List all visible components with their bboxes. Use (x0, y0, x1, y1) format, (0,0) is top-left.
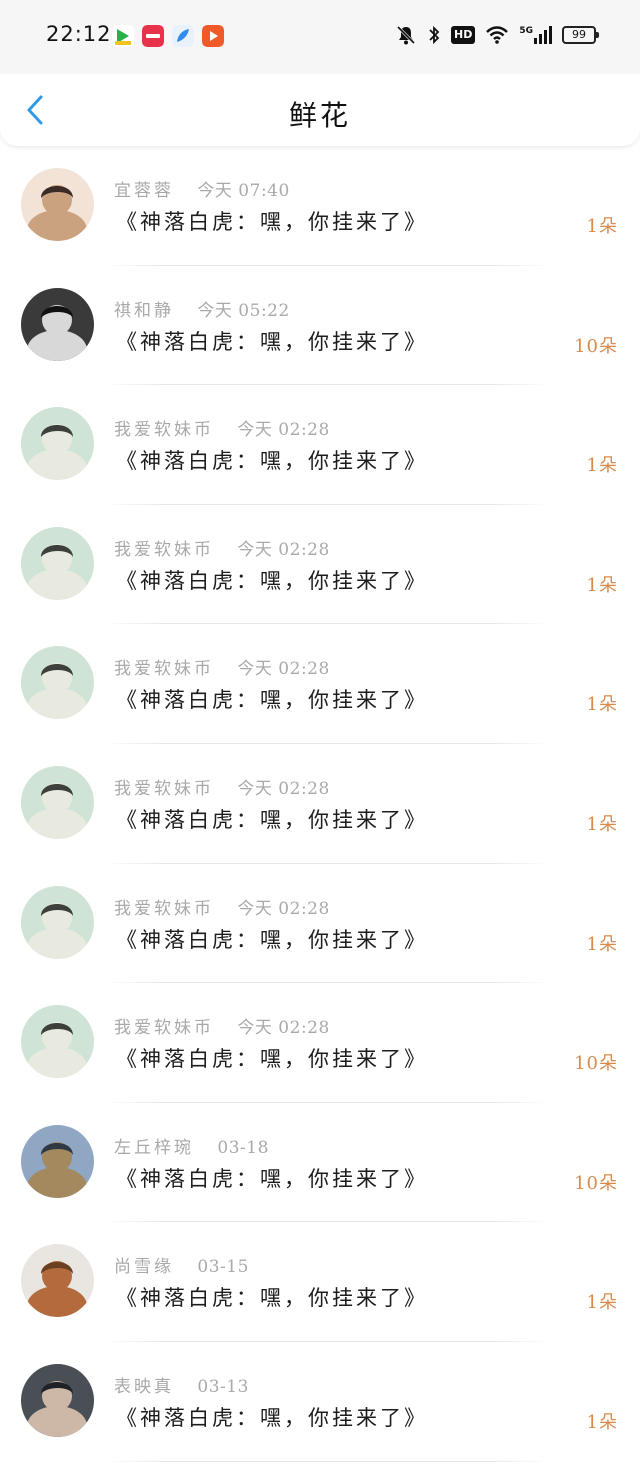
avatar[interactable] (21, 407, 94, 481)
avatar[interactable] (21, 1244, 94, 1318)
list-item[interactable]: 我爱软妹币 今天 02:28 《神落白虎：嘿，你挂来了》 1朵 (0, 624, 640, 744)
flower-count: 10朵 (574, 1172, 618, 1194)
list-item[interactable]: 我爱软妹币 今天 02:28 《神落白虎：嘿，你挂来了》 1朵 (0, 744, 640, 864)
gift-time: 今天 05:22 (197, 300, 290, 321)
sender-name[interactable]: 我爱软妹币 (114, 540, 214, 560)
bluetooth-icon (429, 25, 440, 45)
flower-count: 10朵 (574, 335, 618, 357)
sender-meta: 我爱软妹币 今天 02:28 (114, 1013, 330, 1038)
avatar[interactable] (21, 646, 94, 720)
gift-time: 03-15 (197, 1257, 249, 1278)
row-divider (105, 1460, 550, 1462)
video-player-app-icon (202, 25, 224, 47)
gift-time: 今天 02:28 (237, 898, 330, 919)
video-app-icon (112, 25, 134, 47)
gift-message: 《神落白虎：嘿，你挂来了》 (116, 329, 428, 354)
gift-message: 《神落白虎：嘿，你挂来了》 (116, 1166, 428, 1191)
list-item[interactable]: 左丘梓琬 03-18 《神落白虎：嘿，你挂来了》 10朵 (0, 1103, 640, 1223)
list-item[interactable]: 我爱软妹币 今天 02:28 《神落白虎：嘿，你挂来了》 1朵 (0, 385, 640, 505)
flower-count: 1朵 (586, 694, 618, 716)
avatar[interactable] (21, 287, 94, 361)
sender-name[interactable]: 我爱软妹币 (114, 420, 214, 440)
gift-message: 《神落白虎：嘿，你挂来了》 (116, 1047, 428, 1072)
gift-message: 《神落白虎：嘿，你挂来了》 (116, 807, 428, 832)
avatar[interactable] (21, 885, 94, 959)
signal-bars-icon (534, 26, 552, 44)
gift-time: 今天 02:28 (237, 659, 330, 680)
top-app-bar: 鲜花 (0, 74, 640, 146)
avatar[interactable] (21, 168, 94, 241)
battery-indicator: 99 (562, 26, 599, 44)
flower-gift-list: 宜蓉蓉 今天 07:40 《神落白虎：嘿，你挂来了》 1朵 祺和静 今天 05:… (0, 146, 640, 1462)
sender-meta: 我爱软妹币 今天 02:28 (114, 894, 330, 919)
gift-message: 《神落白虎：嘿，你挂来了》 (116, 927, 428, 952)
flower-count: 1朵 (586, 455, 618, 477)
gift-message: 《神落白虎：嘿，你挂来了》 (116, 449, 428, 474)
sender-meta: 宜蓉蓉 今天 07:40 (114, 176, 290, 201)
network-type: 5G (519, 26, 533, 36)
avatar[interactable] (21, 765, 94, 839)
sender-name[interactable]: 宜蓉蓉 (114, 181, 174, 201)
notification-app-icons (112, 25, 224, 47)
sender-meta: 左丘梓琬 03-18 (114, 1133, 269, 1158)
sender-name[interactable]: 左丘梓琬 (114, 1138, 194, 1158)
gift-message: 《神落白虎：嘿，你挂来了》 (116, 1286, 428, 1311)
flower-count: 1朵 (586, 933, 618, 955)
sender-name[interactable]: 表映真 (114, 1377, 174, 1397)
avatar[interactable] (21, 1124, 94, 1198)
sender-name[interactable]: 祺和静 (114, 301, 174, 321)
sender-name[interactable]: 我爱软妹币 (114, 899, 214, 919)
gift-time: 今天 07:40 (197, 181, 290, 201)
list-item[interactable]: 我爱软妹币 今天 02:28 《神落白虎：嘿，你挂来了》 10朵 (0, 983, 640, 1103)
gift-message: 《神落白虎：嘿，你挂来了》 (116, 210, 428, 234)
gift-time: 今天 02:28 (237, 539, 330, 560)
flower-count: 1朵 (586, 1411, 618, 1433)
flower-count: 10朵 (574, 1053, 618, 1075)
status-bar: 22:12 HD 5G 99 (0, 0, 640, 74)
sender-meta: 祺和静 今天 05:22 (114, 296, 290, 321)
list-item[interactable]: 尚雪缘 03-15 《神落白虎：嘿，你挂来了》 1朵 (0, 1222, 640, 1342)
feather-app-icon (172, 25, 194, 47)
avatar[interactable] (21, 1005, 94, 1079)
gift-time: 今天 02:28 (237, 778, 330, 799)
gift-message: 《神落白虎：嘿，你挂来了》 (116, 1405, 428, 1430)
sender-meta: 我爱软妹币 今天 02:28 (114, 774, 330, 799)
sender-name[interactable]: 尚雪缘 (114, 1257, 174, 1277)
page-title: 鲜花 (288, 99, 351, 132)
sender-meta: 我爱软妹币 今天 02:28 (114, 654, 330, 679)
avatar[interactable] (21, 526, 94, 600)
avatar[interactable] (21, 1363, 94, 1437)
gift-time: 今天 02:28 (237, 1018, 330, 1039)
sender-name[interactable]: 我爱软妹币 (114, 1018, 214, 1038)
system-icons: HD 5G 99 (395, 24, 599, 46)
hd-badge: HD (451, 26, 476, 44)
list-item[interactable]: 表映真 03-13 《神落白虎：嘿，你挂来了》 1朵 (0, 1342, 640, 1462)
gift-time: 03-13 (197, 1376, 249, 1397)
sender-meta: 我爱软妹币 今天 02:28 (114, 535, 330, 560)
flower-count: 1朵 (586, 813, 618, 835)
signal-indicator: 5G (519, 26, 552, 44)
sender-meta: 尚雪缘 03-15 (114, 1252, 249, 1277)
gift-message: 《神落白虎：嘿，你挂来了》 (116, 568, 428, 593)
status-time: 22:12 (46, 22, 112, 46)
gift-time: 今天 02:28 (237, 420, 330, 441)
list-item[interactable]: 我爱软妹币 今天 02:28 《神落白虎：嘿，你挂来了》 1朵 (0, 864, 640, 984)
list-item[interactable]: 宜蓉蓉 今天 07:40 《神落白虎：嘿，你挂来了》 1朵 (0, 146, 640, 266)
xiaohongshu-app-icon (142, 25, 164, 47)
sender-meta: 我爱软妹币 今天 02:28 (114, 415, 330, 440)
sender-name[interactable]: 我爱软妹币 (114, 659, 214, 679)
flower-count: 1朵 (586, 574, 618, 596)
gift-message: 《神落白虎：嘿，你挂来了》 (116, 688, 428, 713)
list-item[interactable]: 我爱软妹币 今天 02:28 《神落白虎：嘿，你挂来了》 1朵 (0, 505, 640, 625)
sender-name[interactable]: 我爱软妹币 (114, 779, 214, 799)
list-item[interactable]: 祺和静 今天 05:22 《神落白虎：嘿，你挂来了》 10朵 (0, 266, 640, 386)
mute-bell-icon (396, 25, 416, 45)
flower-count: 1朵 (586, 1292, 618, 1314)
wifi-icon (486, 26, 509, 44)
gift-time: 03-18 (217, 1137, 269, 1158)
sender-meta: 表映真 03-13 (114, 1372, 249, 1397)
flower-count: 1朵 (586, 216, 618, 237)
